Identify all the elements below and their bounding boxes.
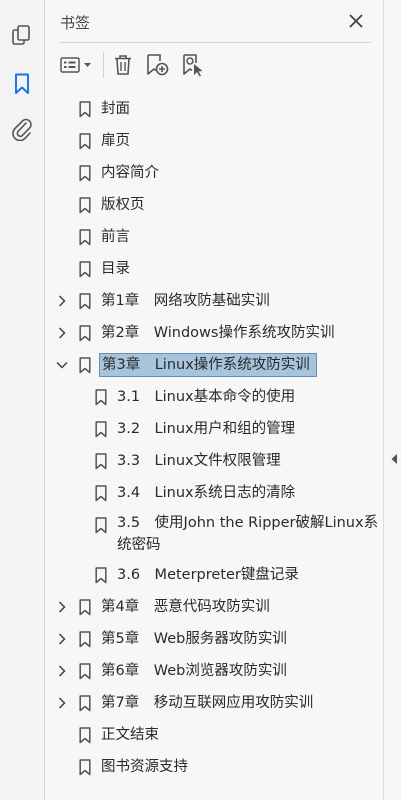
- bookmark-item-icon: [78, 254, 92, 284]
- bookmark-item[interactable]: 图书资源支持: [45, 752, 383, 784]
- bookmark-item-icon: [94, 478, 108, 508]
- bookmark-item[interactable]: 第5章 Web服务器攻防实训: [45, 624, 383, 656]
- bookmark-item[interactable]: 第3章 Linux操作系统攻防实训: [45, 350, 383, 382]
- bookmark-child-item[interactable]: 3.4 Linux系统日志的清除: [45, 478, 383, 510]
- bookmark-label[interactable]: 第7章 移动互联网应用攻防实训: [101, 693, 313, 713]
- bookmark-item-icon: [78, 720, 92, 750]
- bookmark-child-item[interactable]: 3.3 Linux文件权限管理: [45, 446, 383, 478]
- bookmark-item-icon: [78, 158, 92, 188]
- bookmark-item[interactable]: 内容简介: [45, 158, 383, 190]
- bookmark-child-item[interactable]: 3.5 使用John the Ripper破解Linux系统密码: [45, 510, 383, 560]
- bookmark-item-icon: [78, 624, 92, 654]
- bookmark-label[interactable]: 内容简介: [101, 163, 159, 183]
- chevron-right-icon[interactable]: [55, 286, 69, 316]
- bookmark-item-icon: [94, 510, 108, 540]
- chevron-right-icon[interactable]: [55, 624, 69, 654]
- bookmark-label[interactable]: 第3章 Linux操作系统攻防实训: [99, 353, 317, 377]
- bookmark-item-icon: [78, 318, 92, 348]
- paperclip-icon[interactable]: [8, 115, 36, 143]
- bookmark-label[interactable]: 扉页: [101, 131, 130, 151]
- bookmark-item-icon: [78, 94, 92, 124]
- bookmark-label[interactable]: 前言: [101, 227, 130, 247]
- options-menu-icon[interactable]: [59, 52, 95, 78]
- bookmark-item-icon: [78, 688, 92, 718]
- bookmark-icon[interactable]: [8, 70, 36, 98]
- bookmark-item[interactable]: 第6章 Web浏览器攻防实训: [45, 656, 383, 688]
- bookmark-item[interactable]: 封面: [45, 94, 383, 126]
- bookmark-item[interactable]: 第1章 网络攻防基础实训: [45, 286, 383, 318]
- bookmark-item-icon: [78, 190, 92, 220]
- toolbar-separator: [103, 52, 104, 78]
- navigation-rail: [0, 0, 45, 800]
- chevron-down-icon[interactable]: [55, 350, 69, 380]
- bookmark-label[interactable]: 目录: [101, 259, 130, 279]
- bookmark-item-icon: [78, 222, 92, 252]
- bookmark-label[interactable]: 版权页: [101, 195, 145, 215]
- delete-icon[interactable]: [111, 52, 135, 78]
- bookmark-label[interactable]: 3.4 Linux系统日志的清除: [117, 483, 295, 503]
- bookmark-item-icon: [94, 446, 108, 476]
- bookmark-label[interactable]: 封面: [101, 99, 130, 119]
- bookmark-item-icon: [78, 126, 92, 156]
- panel-border: [383, 0, 384, 800]
- bookmark-label[interactable]: 正文结束: [101, 725, 159, 745]
- bookmark-item-icon: [78, 286, 92, 316]
- chevron-right-icon[interactable]: [55, 688, 69, 718]
- bookmark-label[interactable]: 3.1 Linux基本命令的使用: [117, 387, 295, 407]
- bookmark-item-icon: [94, 382, 108, 412]
- bookmark-label[interactable]: 第6章 Web浏览器攻防实训: [101, 661, 287, 681]
- chevron-right-icon[interactable]: [55, 656, 69, 686]
- bookmark-item-icon: [78, 350, 92, 380]
- bookmark-child-item[interactable]: 3.6 Meterpreter键盘记录: [45, 560, 383, 592]
- bookmarks-panel: 书签 封面扉页内容简介版权页前言目录第1章 网络攻防基础实训第2章 Window…: [45, 0, 383, 800]
- bookmark-label[interactable]: 图书资源支持: [101, 757, 188, 777]
- bookmark-label[interactable]: 第1章 网络攻防基础实训: [101, 291, 270, 311]
- bookmark-item[interactable]: 版权页: [45, 190, 383, 222]
- bookmark-item-icon: [94, 414, 108, 444]
- bookmark-label[interactable]: 3.2 Linux用户和组的管理: [117, 419, 295, 439]
- bookmark-label[interactable]: 第4章 恶意代码攻防实训: [101, 597, 270, 617]
- bookmark-item[interactable]: 目录: [45, 254, 383, 286]
- bookmark-item[interactable]: 扉页: [45, 126, 383, 158]
- bookmark-item-icon: [78, 752, 92, 782]
- bookmark-item-icon: [94, 560, 108, 590]
- new-bookmark-icon[interactable]: [143, 52, 171, 78]
- bookmark-label[interactable]: 第2章 Windows操作系统攻防实训: [101, 323, 334, 343]
- bookmark-item[interactable]: 第2章 Windows操作系统攻防实训: [45, 318, 383, 350]
- pages-icon[interactable]: [8, 22, 36, 50]
- chevron-right-icon[interactable]: [55, 592, 69, 622]
- bookmark-label[interactable]: 3.5 使用John the Ripper破解Linux系统密码: [117, 512, 379, 556]
- bookmark-item[interactable]: 第7章 移动互联网应用攻防实训: [45, 688, 383, 720]
- collapse-panel-icon[interactable]: [389, 452, 399, 466]
- bookmark-item-icon: [78, 656, 92, 686]
- bookmark-item-icon: [78, 592, 92, 622]
- bookmark-item[interactable]: 正文结束: [45, 720, 383, 752]
- bookmark-item[interactable]: 第4章 恶意代码攻防实训: [45, 592, 383, 624]
- toolbar-divider: [59, 42, 371, 43]
- bookmark-label[interactable]: 3.3 Linux文件权限管理: [117, 451, 281, 471]
- close-icon[interactable]: [345, 10, 367, 32]
- bookmark-child-item[interactable]: 3.2 Linux用户和组的管理: [45, 414, 383, 446]
- bookmark-label[interactable]: 3.6 Meterpreter键盘记录: [117, 565, 299, 585]
- bookmark-item[interactable]: 前言: [45, 222, 383, 254]
- chevron-right-icon[interactable]: [55, 318, 69, 348]
- bookmark-from-selection-icon[interactable]: [179, 52, 207, 78]
- panel-title: 书签: [60, 14, 91, 32]
- bookmark-child-item[interactable]: 3.1 Linux基本命令的使用: [45, 382, 383, 414]
- bookmark-label[interactable]: 第5章 Web服务器攻防实训: [101, 629, 287, 649]
